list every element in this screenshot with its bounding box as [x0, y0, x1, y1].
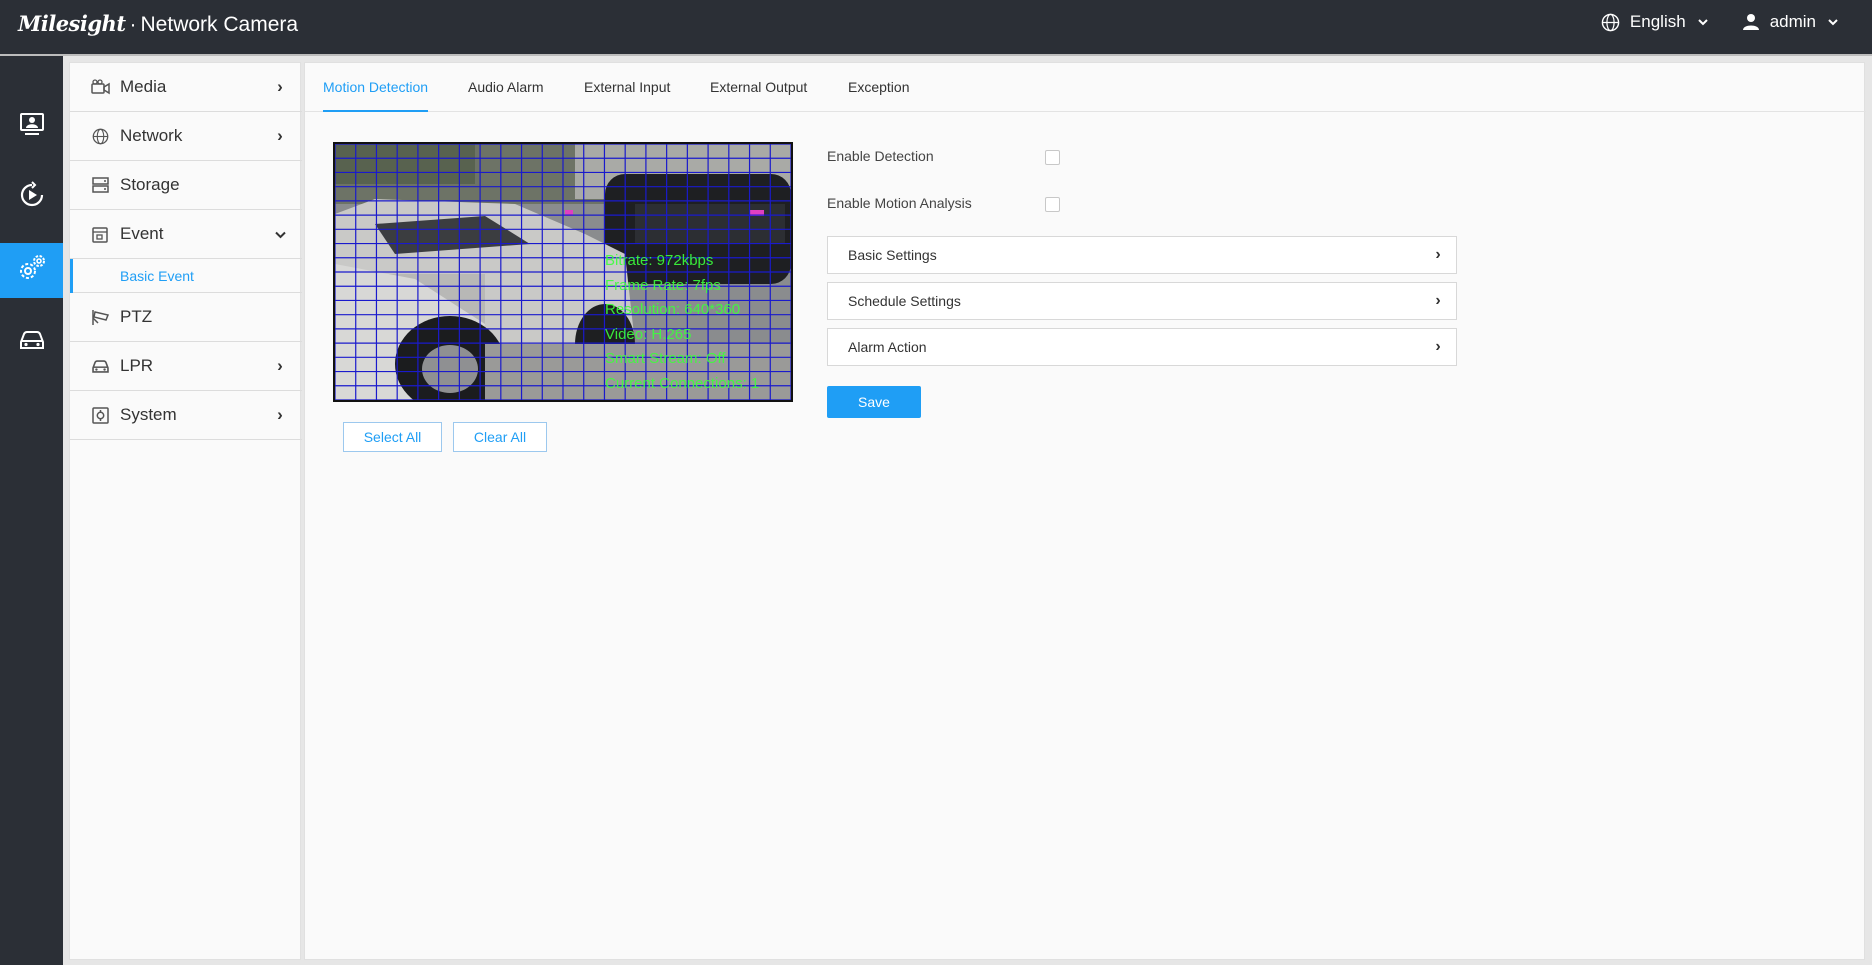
chevron-down-icon — [1697, 18, 1708, 26]
menu-subitem-label: Basic Event — [120, 268, 194, 284]
section-label: Schedule Settings — [848, 293, 961, 309]
menu-item-label: Media — [120, 77, 167, 96]
osd-line: Resolution: 640*360 — [605, 301, 741, 318]
osd-line: Bitrate: 972kbps — [605, 252, 714, 269]
top-right-controls: English admin — [1601, 12, 1838, 32]
osd-line: Video: H.265 — [605, 325, 692, 343]
car-icon — [90, 356, 110, 376]
camera-icon — [90, 77, 110, 97]
user-label: admin — [1769, 12, 1816, 31]
chevron-right-icon: › — [1435, 292, 1441, 309]
tab-audio-alarm[interactable]: Audio Alarm — [468, 79, 543, 112]
rail-live-view[interactable] — [0, 99, 63, 154]
enable-motion-analysis-label: Enable Motion Analysis — [827, 195, 972, 211]
menu-item-label: Event — [120, 224, 164, 243]
event-icon — [90, 224, 110, 244]
motion-area-preview[interactable]: Bitrate: 972kbps Frame Rate: 7fps Resolu… — [333, 142, 793, 402]
storage-icon — [90, 175, 110, 195]
menu-item-media[interactable]: Media › — [70, 63, 302, 112]
tab-bar: Motion Detection Audio Alarm External In… — [305, 63, 1866, 112]
chevron-right-icon: › — [277, 77, 283, 96]
menu-item-label: System — [120, 405, 177, 424]
globe-icon — [90, 126, 110, 146]
basic-settings-section[interactable]: Basic Settings › — [827, 236, 1457, 274]
video-osd: Bitrate: 972kbps Frame Rate: 7fps Resolu… — [605, 249, 759, 396]
chevron-right-icon: › — [1435, 246, 1441, 263]
chevron-right-icon: › — [277, 356, 283, 375]
menu-item-event[interactable]: Event — [70, 210, 302, 259]
language-menu[interactable]: English — [1601, 12, 1708, 32]
menu-item-lpr[interactable]: LPR › — [70, 342, 302, 391]
car-icon — [18, 329, 46, 356]
select-all-button[interactable]: Select All — [343, 422, 442, 452]
clear-all-button[interactable]: Clear All — [453, 422, 547, 452]
brand-separator: · — [129, 13, 137, 36]
user-icon — [1742, 13, 1760, 31]
menu-item-label: Network — [120, 126, 183, 145]
brand-product: Network Camera — [140, 13, 299, 36]
rail-settings[interactable] — [0, 243, 63, 298]
section-label: Basic Settings — [848, 247, 937, 263]
play-circle-icon — [18, 181, 46, 214]
tab-motion-detection[interactable]: Motion Detection — [323, 79, 429, 112]
brand: Milesight · Network Camera — [18, 11, 298, 37]
enable-detection-checkbox[interactable] — [1045, 150, 1060, 165]
globe-icon — [1601, 13, 1620, 32]
brand-logo: Milesight — [18, 11, 126, 36]
ptz-camera-icon — [90, 307, 110, 327]
menu-item-label: LPR — [120, 356, 154, 375]
menu-item-label: PTZ — [120, 307, 153, 326]
chevron-right-icon: › — [277, 126, 283, 145]
header-divider — [0, 54, 1872, 56]
enable-detection-label: Enable Detection — [827, 148, 934, 164]
tab-external-input[interactable]: External Input — [584, 79, 670, 112]
menu-subitem-basic-event[interactable]: Basic Event — [70, 259, 302, 293]
gears-icon — [16, 252, 48, 289]
osd-line: Current Connections: 1 — [605, 374, 760, 392]
menu-item-label: Storage — [120, 175, 180, 194]
chevron-right-icon: › — [1435, 338, 1441, 355]
rail-vehicle[interactable] — [0, 315, 63, 370]
alarm-action-section[interactable]: Alarm Action › — [827, 328, 1457, 366]
chevron-down-icon — [270, 224, 290, 244]
menu-item-network[interactable]: Network › — [70, 112, 302, 161]
monitor-user-icon — [19, 112, 45, 141]
icon-rail — [0, 56, 63, 965]
settings-menu: Media › Network › Storage Event Basic Ev… — [69, 62, 302, 960]
language-label: English — [1629, 12, 1686, 31]
section-label: Alarm Action — [848, 339, 927, 355]
menu-item-system[interactable]: System › — [70, 391, 302, 440]
top-bar: Milesight · Network Camera English admin — [0, 0, 1872, 54]
main-panel: Motion Detection Audio Alarm External In… — [304, 62, 1866, 960]
rail-playback[interactable] — [0, 170, 63, 225]
menu-item-storage[interactable]: Storage — [70, 161, 302, 210]
osd-line: Smart Stream: Off — [605, 350, 726, 367]
save-button[interactable]: Save — [827, 386, 921, 418]
osd-line: Frame Rate: 7fps — [605, 276, 721, 294]
menu-item-ptz[interactable]: PTZ — [70, 293, 302, 342]
user-menu[interactable]: admin — [1742, 12, 1838, 32]
tab-external-output[interactable]: External Output — [710, 79, 807, 112]
schedule-settings-section[interactable]: Schedule Settings › — [827, 282, 1457, 320]
tab-exception[interactable]: Exception — [848, 79, 909, 112]
chevron-right-icon: › — [277, 405, 283, 424]
chevron-down-icon — [1828, 18, 1838, 26]
active-indicator — [70, 259, 73, 293]
enable-motion-analysis-checkbox[interactable] — [1045, 197, 1060, 212]
system-icon — [90, 405, 110, 425]
